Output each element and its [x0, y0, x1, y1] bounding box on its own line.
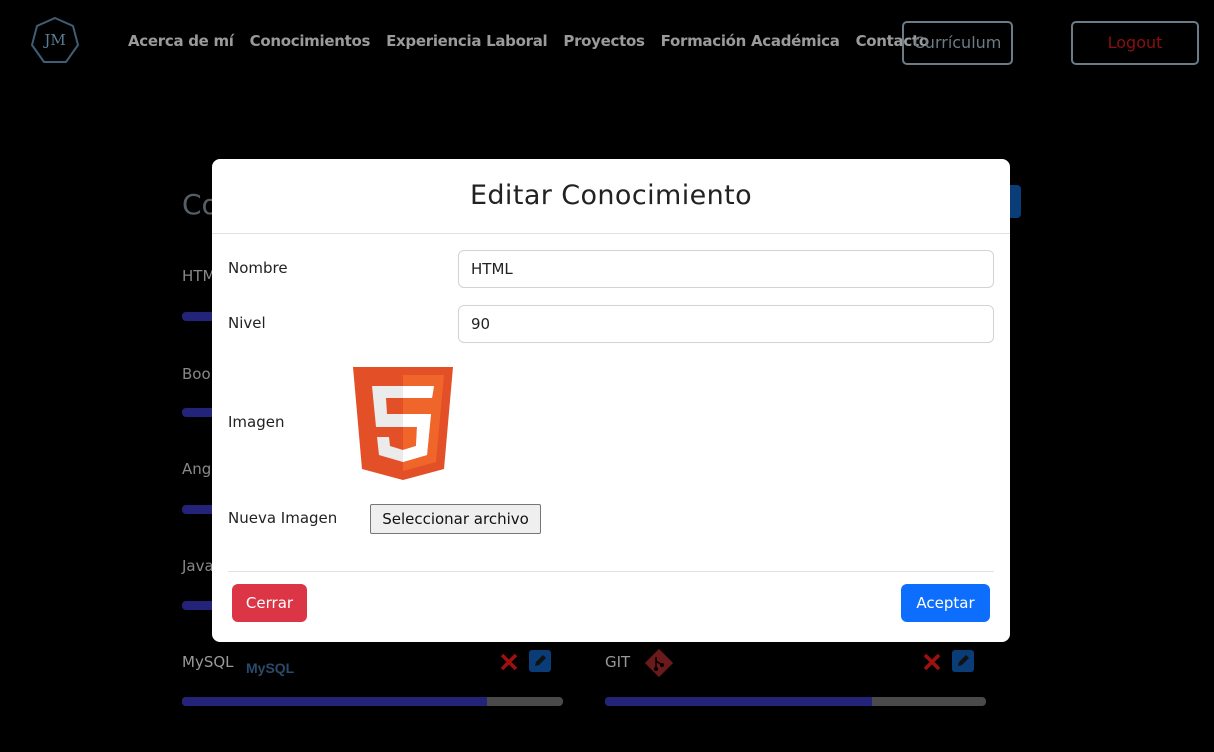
logo[interactable]: JM: [30, 16, 80, 66]
mysql-logo: MySQL: [246, 660, 295, 676]
file-select-button[interactable]: Seleccionar archivo: [370, 504, 541, 534]
page: JM Acerca de mí Conocimientos Experienci…: [0, 0, 1214, 752]
curriculum-button[interactable]: Currículum: [902, 21, 1013, 65]
imagen-label: Imagen: [228, 413, 285, 431]
logout-button[interactable]: Logout: [1071, 21, 1199, 65]
nombre-input[interactable]: HTML: [458, 250, 994, 288]
close-button[interactable]: Cerrar: [232, 584, 307, 622]
nueva-imagen-label: Nueva Imagen: [228, 509, 338, 527]
nav-link-acerca[interactable]: Acerca de mí: [128, 32, 234, 50]
nivel-input[interactable]: 90: [458, 305, 994, 343]
skill-label: HTM: [182, 267, 216, 285]
modal-header: Editar Conocimiento: [212, 159, 1010, 234]
skill-progress-bar: [605, 697, 986, 706]
nivel-label: Nivel: [228, 314, 266, 332]
nav-link-formacion[interactable]: Formación Académica: [661, 32, 840, 50]
git-logo-icon: [644, 648, 674, 678]
skill-label: MySQL: [182, 653, 234, 671]
delete-icon[interactable]: [922, 652, 942, 672]
delete-icon[interactable]: [499, 652, 519, 672]
pencil-icon: [958, 655, 969, 666]
pencil-icon: [535, 655, 546, 666]
nav-link-proyectos[interactable]: Proyectos: [563, 32, 645, 50]
modal-title: Editar Conocimiento: [469, 180, 753, 211]
modal-divider: [228, 571, 994, 572]
edit-button[interactable]: [952, 650, 974, 672]
skill-label: GIT: [605, 653, 631, 671]
main-nav: Acerca de mí Conocimientos Experiencia L…: [128, 32, 929, 50]
skill-progress-bar: [182, 697, 563, 706]
edit-skill-modal: Editar Conocimiento Nombre HTML Nivel 90…: [212, 159, 1010, 642]
edit-button[interactable]: [529, 650, 551, 672]
logo-text: JM: [44, 31, 66, 49]
nombre-label: Nombre: [228, 259, 288, 277]
skill-label: Boo: [182, 365, 211, 383]
nav-link-experiencia[interactable]: Experiencia Laboral: [386, 32, 548, 50]
nav-link-conocimientos[interactable]: Conocimientos: [250, 32, 371, 50]
html5-logo-icon: [353, 367, 453, 480]
skill-label: Ang: [182, 460, 212, 478]
accept-button[interactable]: Aceptar: [901, 584, 990, 622]
skill-label: Java: [182, 557, 214, 575]
